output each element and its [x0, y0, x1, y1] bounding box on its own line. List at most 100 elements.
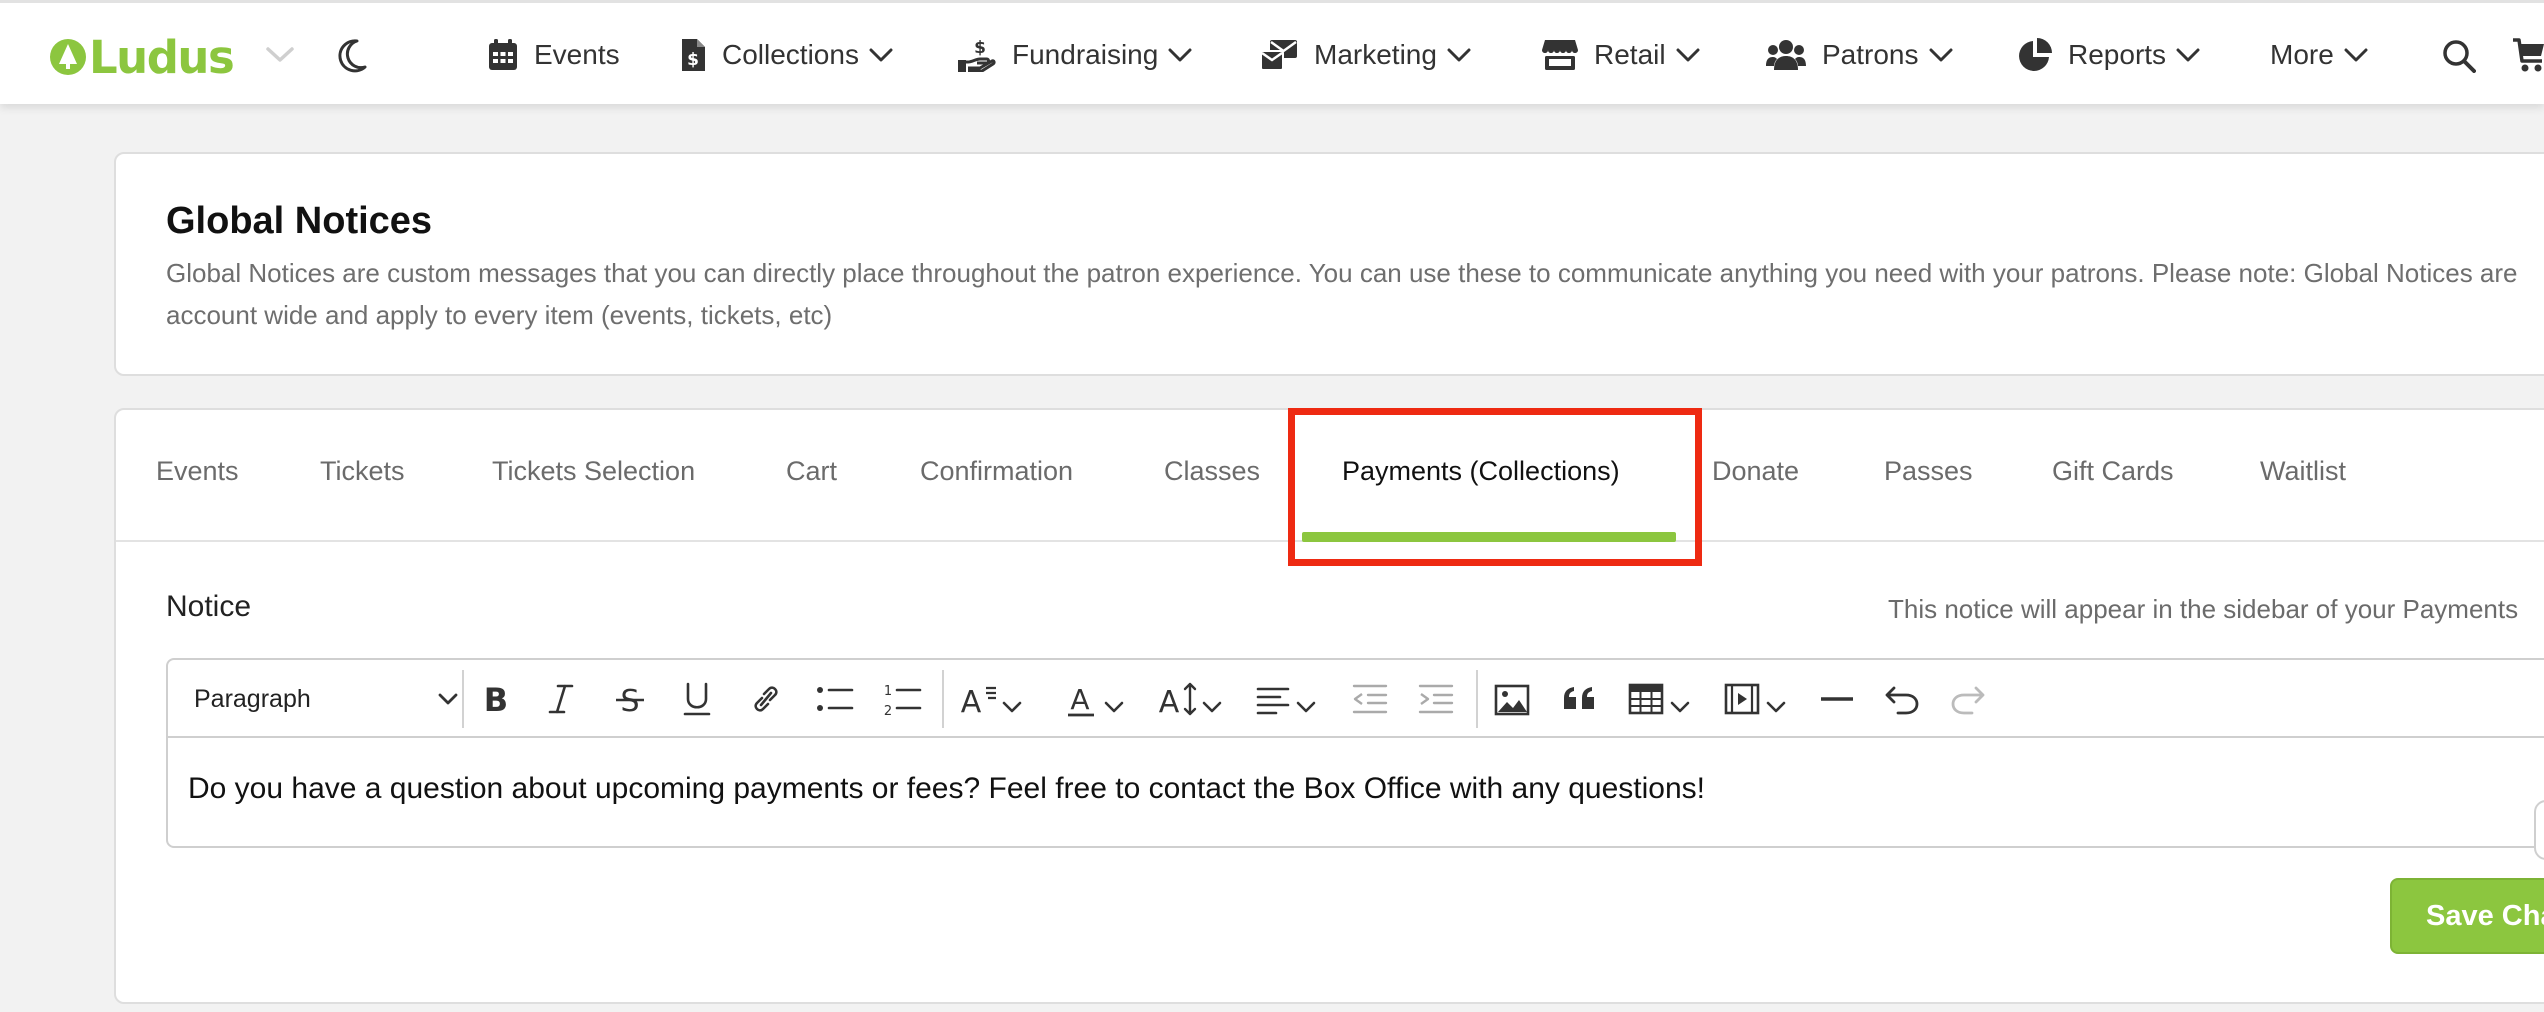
search-icon[interactable]	[2442, 39, 2476, 73]
font-family-icon[interactable]: A	[958, 680, 998, 718]
notice-editor-card: Events Tickets Tickets Selection Cart Co…	[114, 408, 2544, 1004]
nav-more-label: More	[2270, 39, 2334, 70]
indent-icon[interactable]	[1418, 680, 1454, 718]
editor-toolbar: Paragraph B S 1 2 A A A	[168, 660, 2544, 738]
undo-icon[interactable]	[1884, 680, 1920, 718]
store-icon	[1542, 40, 1578, 70]
save-changes-button[interactable]: Save Changes	[2390, 878, 2544, 954]
chevron-down-icon[interactable]	[1202, 688, 1222, 726]
chevron-down-icon[interactable]	[1104, 688, 1124, 726]
chevron-down-icon	[2176, 48, 2200, 62]
mail-bulk-icon	[1260, 40, 1297, 71]
chevron-down-icon	[438, 693, 458, 705]
table-icon[interactable]	[1628, 680, 1664, 718]
users-icon	[1766, 40, 1806, 70]
font-color-icon[interactable]: A	[1066, 680, 1098, 718]
nav-patrons[interactable]: Patrons	[1766, 31, 1953, 79]
underline-icon[interactable]	[682, 680, 712, 718]
brand-name: Ludus	[89, 30, 235, 84]
toolbar-separator	[1476, 670, 1478, 728]
pie-chart-icon	[2019, 38, 2052, 71]
svg-text:$: $	[974, 38, 986, 58]
global-notices-header-card: Global Notices Global Notices are custom…	[114, 152, 2544, 376]
page-title: Global Notices	[166, 200, 433, 242]
tab-waitlist[interactable]: Waitlist	[2260, 456, 2346, 496]
nav-more[interactable]: More	[2270, 31, 2368, 79]
bold-icon[interactable]: B	[480, 680, 512, 718]
strikethrough-icon[interactable]: S	[614, 680, 646, 718]
nav-events-label: Events	[534, 39, 620, 70]
svg-text:A: A	[1070, 683, 1089, 716]
chevron-down-icon	[2344, 48, 2368, 62]
chevron-down-icon	[869, 48, 893, 62]
chevron-down-icon[interactable]	[1002, 688, 1022, 726]
chevron-down-icon[interactable]	[1766, 688, 1786, 726]
block-format-value: Paragraph	[194, 684, 311, 713]
horizontal-line-icon[interactable]	[1820, 680, 1854, 718]
media-icon[interactable]	[1724, 680, 1760, 718]
invoice-icon: $	[682, 39, 705, 71]
chevron-down-icon[interactable]	[1296, 688, 1316, 726]
editor-resize-handle[interactable]	[2534, 800, 2544, 860]
ludus-logo-icon	[50, 39, 86, 75]
svg-text:$: $	[687, 50, 699, 70]
nav-marketing[interactable]: Marketing	[1260, 31, 1471, 79]
nav-collections-label: Collections	[722, 39, 859, 70]
chevron-down-icon	[1168, 48, 1192, 62]
dark-mode-moon-icon[interactable]	[337, 39, 367, 73]
editor-content[interactable]: Do you have a question about upcoming pa…	[188, 772, 1705, 806]
tab-donate[interactable]: Donate	[1712, 456, 1799, 496]
tab-cart[interactable]: Cart	[786, 456, 837, 496]
chevron-down-icon	[1676, 48, 1700, 62]
chevron-down-icon	[1929, 48, 1952, 62]
hand-dollar-icon: $	[958, 38, 996, 72]
notice-label: Notice	[166, 590, 252, 623]
svg-text:A: A	[1159, 685, 1180, 718]
tab-passes[interactable]: Passes	[1884, 456, 1973, 496]
nav-reports-label: Reports	[2068, 39, 2167, 70]
redo-icon[interactable]	[1950, 680, 1986, 718]
bulleted-list-icon[interactable]	[816, 680, 854, 718]
toolbar-separator	[942, 670, 944, 728]
chevron-down-icon[interactable]	[1670, 688, 1690, 726]
nav-reports[interactable]: Reports	[2018, 31, 2200, 79]
link-icon[interactable]	[748, 680, 784, 718]
top-navigation: Ludus Events $ Collections $ Fundraising…	[0, 0, 2544, 104]
outdent-icon[interactable]	[1352, 680, 1388, 718]
notice-hint: This notice will appear in the sidebar o…	[1888, 594, 2519, 624]
page-description: Global Notices are custom messages that …	[166, 258, 2518, 330]
nav-fundraising-label: Fundraising	[1012, 39, 1159, 70]
nav-retail[interactable]: Retail	[1542, 31, 1700, 79]
tab-tickets-selection[interactable]: Tickets Selection	[492, 456, 695, 496]
highlight-box	[1288, 408, 1702, 566]
tab-confirmation[interactable]: Confirmation	[920, 456, 1073, 496]
account-chevron-down-icon[interactable]	[265, 45, 295, 65]
svg-text:B: B	[484, 681, 508, 718]
chevron-down-icon	[1447, 48, 1471, 62]
svg-text:A: A	[961, 685, 982, 718]
calendar-icon	[489, 39, 517, 70]
italic-icon[interactable]	[548, 680, 574, 718]
nav-marketing-label: Marketing	[1314, 39, 1437, 70]
tab-classes[interactable]: Classes	[1164, 456, 1260, 496]
brand-logo[interactable]: Ludus	[50, 30, 235, 84]
cart-icon[interactable]	[2512, 37, 2544, 73]
toolbar-separator	[462, 670, 464, 728]
nav-retail-label: Retail	[1594, 39, 1666, 70]
svg-text:1: 1	[884, 684, 892, 699]
font-size-icon[interactable]: A	[1156, 680, 1198, 718]
align-left-icon[interactable]	[1256, 680, 1290, 718]
nav-patrons-label: Patrons	[1822, 39, 1919, 70]
numbered-list-icon[interactable]: 1 2	[884, 680, 922, 718]
nav-fundraising[interactable]: $ Fundraising	[958, 31, 1192, 79]
tab-gift-cards[interactable]: Gift Cards	[2052, 456, 2174, 496]
tab-tickets[interactable]: Tickets	[320, 456, 405, 496]
nav-collections[interactable]: $ Collections	[680, 31, 893, 79]
svg-text:2: 2	[884, 704, 892, 718]
block-format-select[interactable]: Paragraph	[194, 680, 458, 718]
blockquote-icon[interactable]	[1562, 680, 1598, 718]
image-icon[interactable]	[1494, 680, 1530, 718]
nav-events[interactable]: Events	[488, 31, 620, 79]
rich-text-editor: Paragraph B S 1 2 A A A Do you have a qu…	[166, 658, 2544, 860]
tab-events[interactable]: Events	[156, 456, 239, 496]
